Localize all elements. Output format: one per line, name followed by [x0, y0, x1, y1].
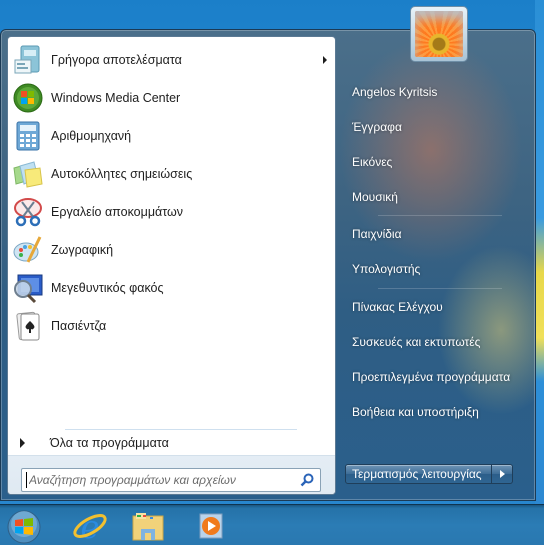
- program-label: Αυτοκόλλητες σημειώσεις: [51, 167, 193, 181]
- program-label: Windows Media Center: [51, 91, 181, 105]
- program-solitaire[interactable]: Πασιέντζα: [8, 307, 335, 345]
- media-player-icon[interactable]: [190, 507, 230, 545]
- divider: [378, 288, 502, 289]
- shutdown-options-button[interactable]: [492, 464, 513, 484]
- program-label: Αριθμομηχανή: [51, 129, 132, 143]
- program-label: Γρήγορα αποτελέσματα: [51, 53, 182, 67]
- internet-explorer-icon[interactable]: e: [70, 507, 110, 545]
- programs-panel: Γρήγορα αποτελέσματα Windows Media Cente…: [7, 36, 336, 495]
- all-programs-button[interactable]: Όλα τα προγράμματα: [8, 433, 335, 455]
- getting-started-icon: [14, 45, 40, 74]
- svg-text:e: e: [81, 508, 100, 545]
- magnifier-icon: [14, 274, 43, 304]
- music-link[interactable]: Μουσική: [352, 190, 398, 204]
- taskbar: e: [0, 504, 544, 545]
- search-input[interactable]: [26, 472, 296, 488]
- games-link[interactable]: Παιχνίδια: [352, 227, 402, 241]
- all-programs-label: Όλα τα προγράμματα: [50, 436, 169, 450]
- shutdown-button[interactable]: Τερματισμός λειτουργίας: [345, 464, 492, 484]
- solitaire-icon: [16, 311, 40, 341]
- submenu-arrow-icon[interactable]: [323, 56, 327, 64]
- program-label: Μεγεθυντικός φακός: [51, 281, 164, 295]
- desktop-wallpaper: [535, 0, 544, 545]
- program-label: Ζωγραφική: [51, 243, 114, 257]
- expand-arrow-icon: [20, 438, 25, 448]
- program-label: Εργαλείο αποκομμάτων: [51, 205, 184, 219]
- control-panel-link[interactable]: Πίνακας Ελέγχου: [352, 300, 443, 314]
- program-snipping-tool[interactable]: Εργαλείο αποκομμάτων: [8, 193, 335, 231]
- divider: [378, 215, 502, 216]
- program-label: Πασιέντζα: [51, 319, 107, 333]
- devices-printers-link[interactable]: Συσκευές και εκτυπωτές: [352, 335, 480, 349]
- search-icon[interactable]: [300, 473, 314, 487]
- program-calculator[interactable]: Αριθμομηχανή: [8, 117, 335, 155]
- calculator-icon: [16, 121, 40, 151]
- user-folder-link[interactable]: Angelos Kyritsis: [352, 85, 437, 99]
- program-paint[interactable]: Ζωγραφική: [8, 231, 335, 269]
- pictures-link[interactable]: Εικόνες: [352, 155, 392, 169]
- program-magnifier[interactable]: Μεγεθυντικός φακός: [8, 269, 335, 307]
- start-menu: Γρήγορα αποτελέσματα Windows Media Cente…: [0, 29, 536, 501]
- flower-user-picture: [415, 11, 463, 57]
- paint-icon: [13, 236, 42, 263]
- program-getting-started[interactable]: Γρήγορα αποτελέσματα: [8, 41, 335, 79]
- default-programs-link[interactable]: Προεπιλεγμένα προγράμματα: [352, 370, 510, 384]
- search-box[interactable]: [21, 468, 321, 492]
- shutdown-group: Τερματισμός λειτουργίας: [345, 464, 513, 484]
- documents-link[interactable]: Έγγραφα: [352, 120, 402, 134]
- user-picture[interactable]: [410, 6, 468, 62]
- sticky-notes-icon: [13, 161, 43, 188]
- chevron-right-icon: [500, 470, 505, 478]
- divider: [65, 429, 297, 430]
- program-sticky-notes[interactable]: Αυτοκόλλητες σημειώσεις: [8, 155, 335, 193]
- program-windows-media-center[interactable]: Windows Media Center: [8, 79, 335, 117]
- windows-media-center-icon: [13, 83, 43, 113]
- search-area: [8, 455, 335, 494]
- help-support-link[interactable]: Βοήθεια και υποστήριξη: [352, 405, 479, 419]
- computer-link[interactable]: Υπολογιστής: [352, 262, 420, 276]
- folder-icon[interactable]: [128, 507, 168, 545]
- start-orb-button[interactable]: [4, 507, 44, 545]
- snipping-tool-icon: [14, 198, 42, 227]
